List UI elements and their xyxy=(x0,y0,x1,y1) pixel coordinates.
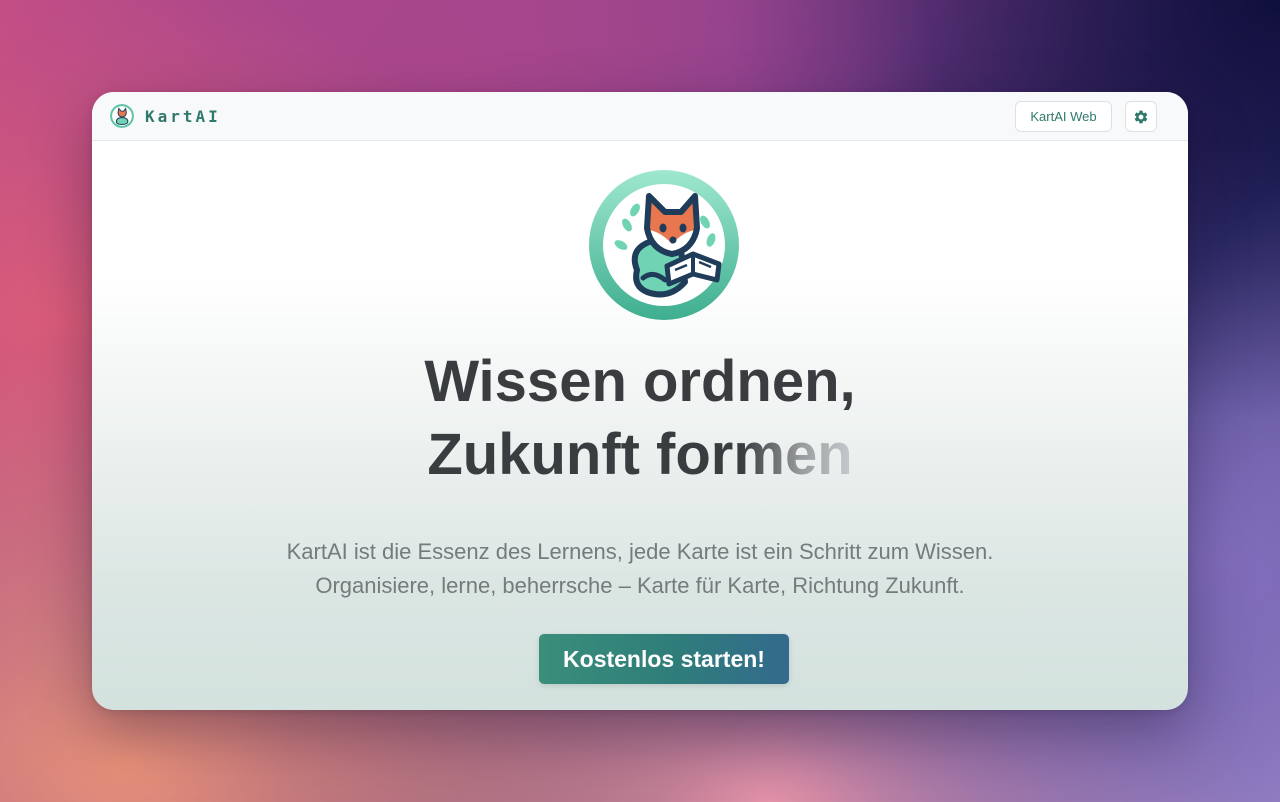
top-navigation-bar: KartAI KartAI Web xyxy=(92,92,1188,141)
app-window: KartAI KartAI Web Wissen ordnen, Zukunft… xyxy=(92,92,1188,710)
subtitle-line-2: Organisiere, lerne, beherrsche – Karte f… xyxy=(315,573,965,598)
brand-name: KartAI xyxy=(145,106,221,126)
fox-logo-icon xyxy=(110,104,134,128)
headline-line-2: Zukunft formen xyxy=(92,419,1188,491)
headline-line-1: Wissen ordnen, xyxy=(424,349,856,414)
settings-button[interactable] xyxy=(1125,101,1157,132)
brand[interactable]: KartAI xyxy=(110,104,221,128)
kartai-web-button[interactable]: KartAI Web xyxy=(1015,101,1112,132)
gear-icon xyxy=(1134,110,1148,123)
fox-mascot-logo xyxy=(589,170,739,320)
subtitle-line-1: KartAI ist die Essenz des Lernens, jede … xyxy=(286,539,994,564)
headline-line-2-text: Zukunft formen xyxy=(427,422,853,487)
start-free-button[interactable]: Kostenlos starten! xyxy=(539,634,789,684)
